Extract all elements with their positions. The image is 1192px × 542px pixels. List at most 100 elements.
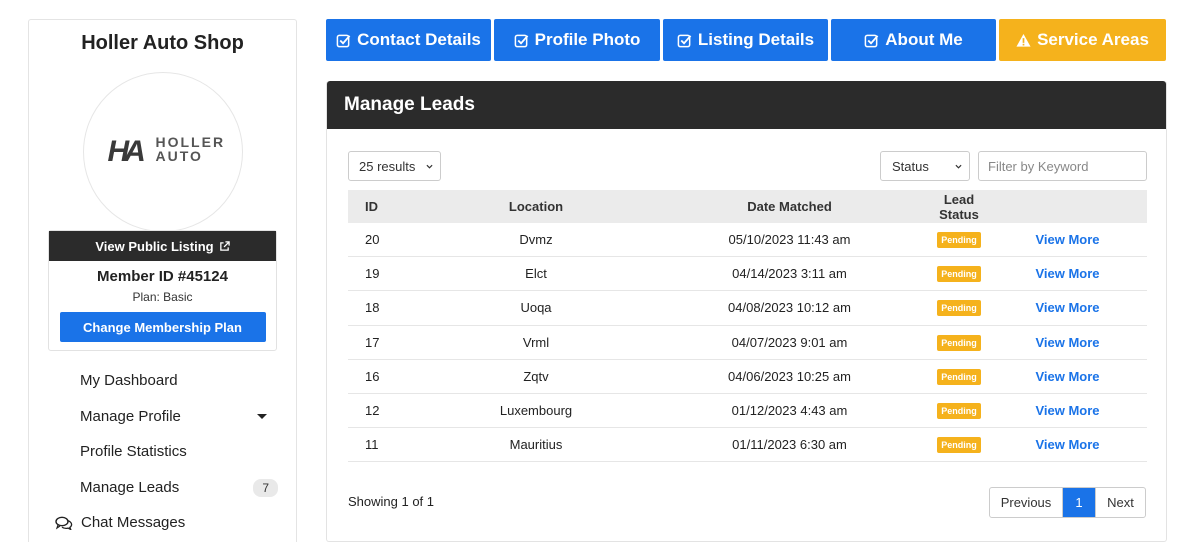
- status-select-value: Status: [892, 158, 929, 174]
- sidebar-item-chat-messages[interactable]: Chat Messages: [29, 505, 298, 541]
- status-badge: Pending: [937, 266, 981, 283]
- table-body: 20 Dvmz 05/10/2023 11:43 am Pending View Mor…: [348, 223, 1147, 463]
- lead-status-cell: Pending: [930, 334, 988, 351]
- tab-label: Contact Details: [357, 30, 481, 49]
- status-badge: Pending: [937, 403, 981, 420]
- status-badge: Pending: [937, 368, 981, 385]
- tab-listing-details[interactable]: Listing Details: [663, 19, 828, 61]
- member-id: Member ID #45124: [97, 268, 228, 285]
- view-more-link[interactable]: View More: [1035, 266, 1099, 281]
- results-per-page-select[interactable]: 25 results: [348, 151, 441, 181]
- tab-about-me[interactable]: About Me: [831, 19, 996, 61]
- view-more-link[interactable]: View More: [1035, 403, 1099, 418]
- sidebar-item-label: Profile Statistics: [80, 443, 187, 461]
- pagination-previous-button[interactable]: Previous: [990, 488, 1063, 517]
- status-badge: Pending: [937, 232, 981, 249]
- lead-id: 12: [365, 403, 380, 419]
- lead-location: Mauritius: [509, 437, 563, 453]
- lead-date-matched: 04/08/2023 10:12 am: [728, 300, 851, 316]
- view-more-link[interactable]: View More: [1035, 300, 1099, 315]
- pagination-page-1-button[interactable]: 1: [1063, 488, 1095, 517]
- status-badge: Pending: [937, 300, 981, 317]
- view-more-link[interactable]: View More: [1035, 232, 1099, 247]
- table-row: 12 Luxembourg 01/12/2023 4:43 am Pending Vie…: [348, 394, 1147, 429]
- results-select-value: 25 results: [359, 158, 416, 174]
- status-filter-select[interactable]: Status: [880, 151, 970, 181]
- chevron-down-icon: [426, 164, 433, 169]
- manage-leads-panel: Manage Leads 25 results Status ID Locati…: [326, 81, 1167, 542]
- sidebar-item-manage-leads[interactable]: Manage Leads 7: [29, 470, 298, 506]
- tab-label: Profile Photo: [534, 30, 641, 49]
- lead-id: 17: [365, 334, 380, 350]
- check-square-icon: [336, 34, 351, 47]
- logo-mark: HA: [107, 135, 146, 168]
- lead-status-cell: Pending: [930, 402, 988, 420]
- view-more-link[interactable]: View More: [1035, 335, 1099, 350]
- lead-location: Elct: [525, 266, 547, 282]
- view-public-listing-button[interactable]: View Public Listing: [49, 231, 276, 261]
- logo-wordmark: HOLLER AUTO: [156, 135, 226, 163]
- sidebar-item-manage-profile[interactable]: Manage Profile: [29, 399, 298, 435]
- tab-label: About Me: [885, 30, 963, 49]
- lead-action-cell: View More: [988, 437, 1147, 452]
- lead-status-cell: Pending: [930, 231, 988, 249]
- lead-action-cell: View More: [988, 369, 1147, 384]
- column-header-location: Location: [508, 199, 564, 214]
- showing-count: Showing 1 of 1: [348, 494, 435, 509]
- external-link-icon: [219, 240, 230, 251]
- lead-date-matched: 04/14/2023 3:11 am: [732, 266, 847, 282]
- membership-plan: Plan: Basic: [132, 290, 193, 304]
- sidebar-item-my-dashboard[interactable]: My Dashboard: [29, 363, 298, 399]
- lead-date-matched: 01/11/2023 6:30 am: [732, 437, 847, 453]
- table-row: 20 Dvmz 05/10/2023 11:43 am Pending View Mor…: [348, 223, 1147, 258]
- leads-count-badge: 7: [253, 478, 278, 497]
- column-header-id: ID: [365, 199, 378, 214]
- check-square-icon: [514, 34, 528, 47]
- pagination-next-button[interactable]: Next: [1095, 488, 1145, 517]
- table-header: ID Location Date Matched Lead Status: [348, 190, 1147, 223]
- tab-profile-photo[interactable]: Profile Photo: [494, 19, 660, 61]
- shop-logo: HA HOLLER AUTO: [82, 72, 243, 232]
- table-row: 18 Uoqa 04/08/2023 10:12 am Pending View Mor…: [348, 291, 1147, 326]
- tab-service-areas[interactable]: Service Areas: [999, 19, 1166, 61]
- lead-action-cell: View More: [988, 403, 1147, 418]
- lead-location: Dvmz: [519, 232, 553, 248]
- table-row: 17 Vrml 04/07/2023 9:01 am Pending View More: [348, 326, 1147, 360]
- sidebar-item-profile-statistics[interactable]: Profile Statistics: [29, 434, 298, 470]
- profile-tabs: Contact Details Profile Photo Listing De…: [326, 19, 1167, 61]
- shop-name: Holler Auto Shop: [81, 32, 244, 54]
- chevron-down-icon: [955, 164, 962, 169]
- keyword-filter-input[interactable]: [978, 151, 1147, 181]
- tab-label: Service Areas: [1037, 30, 1149, 49]
- sidebar-item-label: Manage Profile: [80, 407, 181, 425]
- view-more-link[interactable]: View More: [1035, 437, 1099, 452]
- lead-date-matched: 04/07/2023 9:01 am: [731, 334, 848, 350]
- column-header-date-matched: Date Matched: [747, 199, 832, 214]
- membership-card: View Public Listing Member ID #45124 Pla…: [48, 230, 277, 351]
- view-public-label: View Public Listing: [95, 238, 214, 254]
- panel-title: Manage Leads: [327, 81, 1166, 129]
- sidebar-item-label: Chat Messages: [81, 514, 186, 532]
- lead-action-cell: View More: [988, 266, 1147, 281]
- lead-id: 20: [365, 232, 380, 248]
- lead-date-matched: 01/12/2023 4:43 am: [731, 403, 848, 419]
- logo-line-2: AUTO: [155, 148, 203, 164]
- table-row: 19 Elct 04/14/2023 3:11 am Pending View More: [348, 257, 1147, 292]
- lead-status-cell: Pending: [930, 436, 988, 454]
- lead-location: Luxembourg: [499, 403, 573, 419]
- lead-status-cell: Pending: [930, 299, 988, 317]
- status-badge: Pending: [937, 334, 981, 351]
- pagination: Previous 1 Next: [989, 487, 1146, 518]
- table-row: 16 Zqtv 04/06/2023 10:25 am Pending View Mor…: [348, 360, 1147, 394]
- status-badge: Pending: [937, 437, 981, 454]
- sidebar-item-label: My Dashboard: [80, 372, 178, 390]
- tab-label: Listing Details: [697, 30, 815, 49]
- lead-location: Zqtv: [523, 368, 549, 384]
- tab-contact-details[interactable]: Contact Details: [326, 19, 491, 61]
- table-controls: 25 results Status: [348, 151, 1147, 181]
- lead-date-matched: 05/10/2023 11:43 am: [728, 232, 851, 248]
- change-membership-plan-button[interactable]: Change Membership Plan: [59, 312, 266, 342]
- view-more-link[interactable]: View More: [1035, 369, 1099, 384]
- sidebar-item-label: Manage Leads: [80, 478, 180, 496]
- warning-icon: [1016, 33, 1031, 47]
